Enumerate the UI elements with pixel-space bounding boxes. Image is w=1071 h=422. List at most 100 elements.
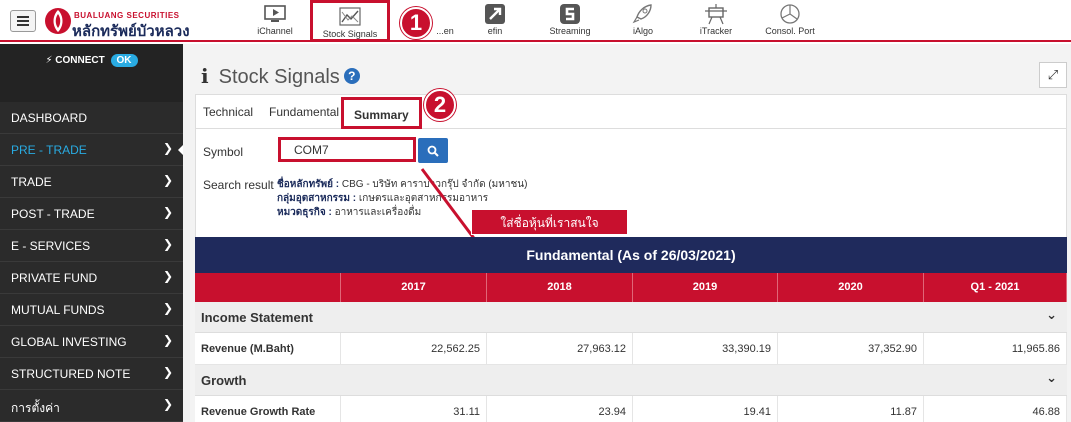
nav-label: Consol. Port bbox=[765, 26, 815, 36]
sidebar-item-label: MUTUAL FUNDS bbox=[11, 303, 105, 317]
tab-fundamental[interactable]: Fundamental bbox=[269, 105, 339, 119]
lotus-logo-icon bbox=[45, 8, 71, 34]
step-2-badge: 2 bbox=[424, 89, 456, 121]
sidebar-item-post-trade[interactable]: POST - TRADE ❯ bbox=[0, 198, 183, 230]
nav-efin[interactable]: efin bbox=[456, 3, 534, 39]
nav-label: Stock Signals bbox=[322, 29, 378, 39]
table-header: 2017 2018 2019 2020 Q1 - 2021 bbox=[195, 273, 1067, 302]
table-cell: 11,965.86 bbox=[924, 333, 1067, 364]
callout-note: ใส่ชื่อหุ้นที่เราสนใจ bbox=[471, 209, 628, 235]
sidebar-item-label: DASHBOARD bbox=[11, 111, 88, 125]
column-header bbox=[195, 273, 341, 302]
info-icon: i bbox=[201, 64, 209, 88]
tab-summary[interactable]: Summary bbox=[341, 97, 422, 129]
nav-label: iChannel bbox=[257, 26, 293, 36]
section-title: Growth bbox=[201, 373, 247, 388]
monitor-icon bbox=[262, 3, 288, 25]
row-label: Revenue Growth Rate (%) bbox=[195, 396, 341, 422]
connection-status: ⚡ CONNECT OK bbox=[0, 44, 183, 102]
search-result-label: Search result bbox=[203, 178, 274, 192]
table-cell: 33,390.19 bbox=[633, 333, 778, 364]
nav-ialgo[interactable]: iAlgo bbox=[604, 3, 682, 39]
sidebar-item-label: การตั้งค่า bbox=[11, 401, 60, 415]
sidebar-item-pre-trade[interactable]: PRE - TRADE ❯ bbox=[0, 134, 184, 166]
page-title-text: Stock Signals bbox=[218, 66, 340, 88]
table-cell: 19.41 bbox=[633, 396, 778, 422]
section-title: Income Statement bbox=[201, 310, 313, 325]
result-name-key: ชื่อหลักทรัพย์ : bbox=[277, 179, 340, 190]
nav-label: iAlgo bbox=[632, 26, 653, 36]
symbol-input[interactable]: COM7 bbox=[278, 137, 416, 162]
sidebar-item-dashboard[interactable]: DASHBOARD bbox=[0, 102, 183, 134]
expand-icon: ⤢ bbox=[1047, 67, 1059, 82]
search-button[interactable] bbox=[418, 138, 448, 163]
brand-name-th: หลักทรัพย์บัวหลวง bbox=[72, 23, 190, 40]
nav-streaming[interactable]: Streaming bbox=[531, 3, 609, 39]
top-bar: BUALUANG SECURITIES หลักทรัพย์บัวหลวง iC… bbox=[0, 0, 1071, 42]
sidebar-item-private-fund[interactable]: PRIVATE FUND ❯ bbox=[0, 262, 183, 294]
result-industry-key: กลุ่มอุตสาหกรรม : bbox=[277, 193, 357, 204]
column-header: 2020 bbox=[778, 273, 924, 302]
chevron-right-icon: ❯ bbox=[162, 173, 173, 187]
sidebar-item-mutual-funds[interactable]: MUTUAL FUNDS ❯ bbox=[0, 294, 183, 326]
chevron-right-icon: ❯ bbox=[162, 333, 173, 347]
sidebar-item-label: TRADE bbox=[11, 175, 52, 189]
sidebar-item-structured-note[interactable]: STRUCTURED NOTE ❯ bbox=[0, 358, 183, 390]
result-sector-key: หมวดธุรกิจ : bbox=[277, 207, 332, 218]
chevron-down-icon: ⌄ bbox=[1046, 307, 1057, 322]
sidebar-item-label: POST - TRADE bbox=[11, 207, 95, 221]
sidebar-item-label: E - SERVICES bbox=[11, 239, 91, 253]
chevron-down-icon: ⌄ bbox=[1046, 370, 1057, 385]
nav-label: Streaming bbox=[549, 26, 591, 36]
section-income-statement[interactable]: Income Statement ⌄ bbox=[195, 302, 1067, 333]
chevron-right-icon: ❯ bbox=[162, 365, 173, 379]
efin-icon bbox=[482, 3, 508, 25]
sidebar-item-global-investing[interactable]: GLOBAL INVESTING ❯ bbox=[0, 326, 183, 358]
lightning-icon: ⚡ bbox=[45, 55, 53, 66]
column-header: 2019 bbox=[633, 273, 778, 302]
sidebar-item-e-services[interactable]: E - SERVICES ❯ bbox=[0, 230, 183, 262]
table-cell: 27,963.12 bbox=[487, 333, 633, 364]
nav-stock-signals[interactable]: Stock Signals bbox=[310, 0, 390, 42]
column-header: Q1 - 2021 bbox=[924, 273, 1067, 302]
table-cell: 37,352.90 bbox=[778, 333, 924, 364]
page-title: i Stock Signals? bbox=[201, 64, 360, 89]
table-cell: 46.88 bbox=[924, 396, 1067, 422]
chevron-right-icon: ❯ bbox=[162, 237, 173, 251]
chevron-right-icon: ❯ bbox=[162, 301, 173, 315]
hamburger-icon bbox=[17, 16, 29, 26]
brand-logo[interactable]: BUALUANG SECURITIES หลักทรัพย์บัวหลวง bbox=[44, 2, 214, 40]
sidebar-item-label: STRUCTURED NOTE bbox=[11, 367, 131, 381]
chevron-right-icon: ❯ bbox=[162, 141, 173, 155]
streaming-icon bbox=[557, 3, 583, 25]
tracker-icon bbox=[703, 3, 729, 25]
table-cell: 23.94 bbox=[487, 396, 633, 422]
hamburger-menu-button[interactable] bbox=[10, 10, 36, 32]
main-content: i Stock Signals? ⤢ Technical Fundamental … bbox=[183, 44, 1071, 422]
sidebar-item-trade[interactable]: TRADE ❯ bbox=[0, 166, 183, 198]
tab-technical[interactable]: Technical bbox=[203, 105, 253, 119]
fundamental-table: Fundamental (As of 26/03/2021) 2017 2018… bbox=[195, 237, 1067, 422]
tab-bar: Technical Fundamental Summary bbox=[196, 95, 1066, 129]
chart-signal-icon bbox=[337, 6, 363, 28]
nav-consol-port[interactable]: Consol. Port bbox=[751, 3, 829, 39]
table-row: Revenue (M.Baht) 22,562.25 27,963.12 33,… bbox=[195, 333, 1067, 365]
sidebar-item-settings[interactable]: การตั้งค่า ❯ bbox=[0, 390, 183, 422]
nav-ichannel[interactable]: iChannel bbox=[236, 3, 314, 39]
section-growth[interactable]: Growth ⌄ bbox=[195, 365, 1067, 396]
column-header: 2017 bbox=[341, 273, 487, 302]
sidebar-item-label: GLOBAL INVESTING bbox=[11, 335, 127, 349]
sidebar-item-label: PRE - TRADE bbox=[11, 143, 87, 157]
nav-itracker[interactable]: iTracker bbox=[677, 3, 755, 39]
chevron-right-icon: ❯ bbox=[162, 205, 173, 219]
table-row: Revenue Growth Rate (%) 31.11 23.94 19.4… bbox=[195, 396, 1067, 422]
chevron-right-icon: ❯ bbox=[162, 397, 173, 411]
table-cell: 31.11 bbox=[341, 396, 487, 422]
column-header: 2018 bbox=[487, 273, 633, 302]
expand-button[interactable]: ⤢ bbox=[1039, 62, 1067, 88]
nav-label: iTracker bbox=[699, 26, 733, 36]
sidebar-item-label: PRIVATE FUND bbox=[11, 271, 98, 285]
help-icon[interactable]: ? bbox=[343, 68, 360, 84]
symbol-label: Symbol bbox=[203, 145, 244, 159]
table-cell: 22,562.25 bbox=[341, 333, 487, 364]
